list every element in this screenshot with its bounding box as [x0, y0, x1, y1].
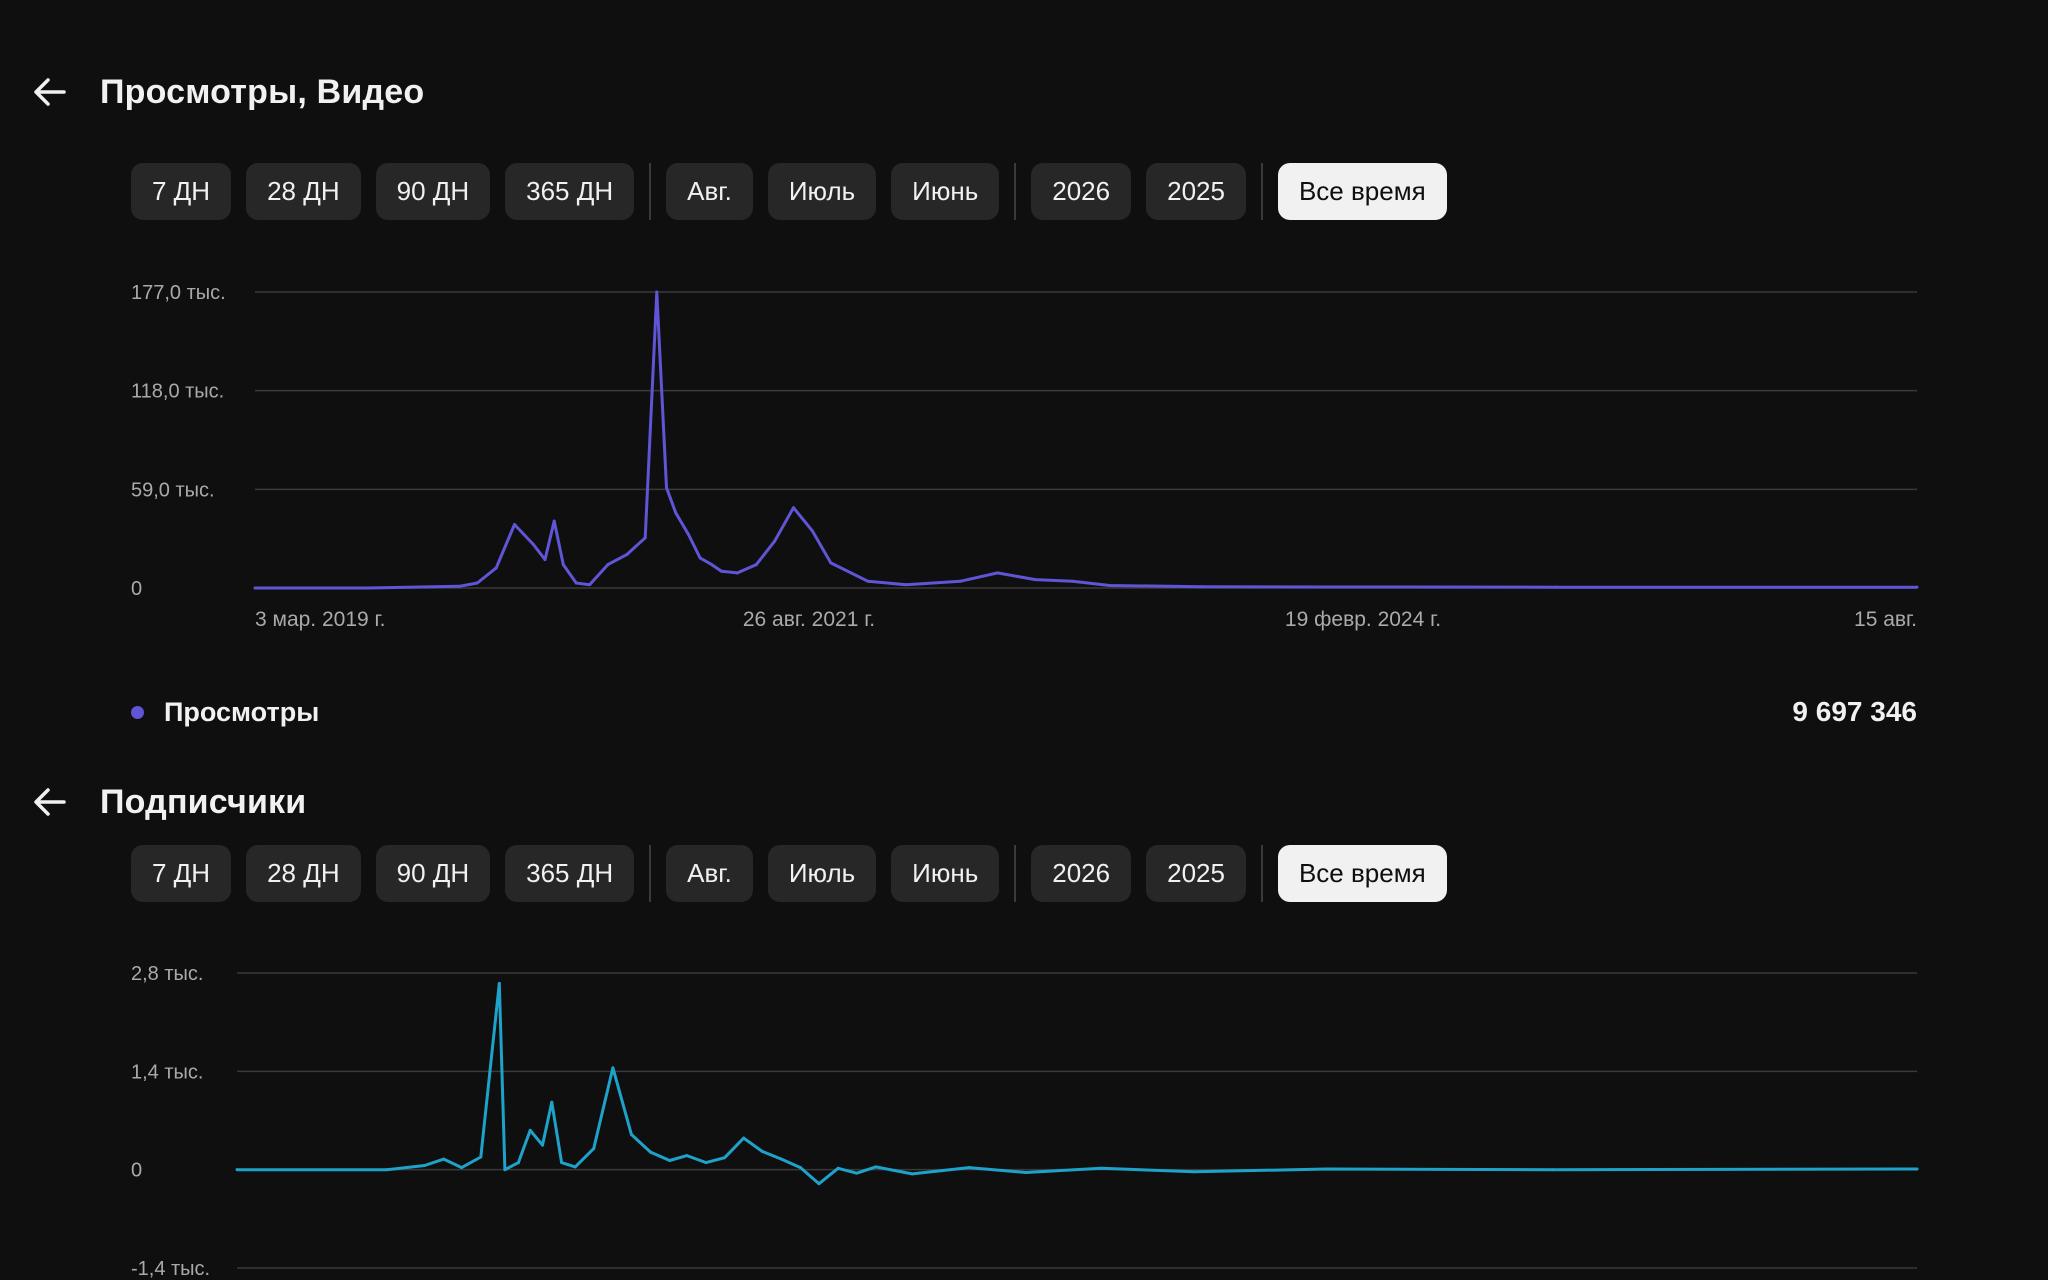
subscribers-chart: 2,8 тыс. 1,4 тыс. 0 -1,4 тыс.: [131, 963, 1919, 1280]
data-point: [685, 1154, 689, 1158]
data-point: [629, 1133, 633, 1137]
subscribers-section: Подписчики 7 ДН 28 ДН 90 ДН 365 ДН Авг. Июль И…: [0, 756, 2048, 1280]
data-point: [1099, 1166, 1103, 1170]
data-point: [810, 529, 814, 533]
data-point: [674, 511, 678, 515]
data-point: [364, 586, 368, 590]
data-point: [817, 1182, 821, 1186]
x-tick-label: 3 мар. 2019 г.: [255, 608, 385, 631]
data-point: [967, 1166, 971, 1170]
data-point: [458, 584, 462, 588]
series-line: [237, 982, 1918, 1186]
data-point: [606, 563, 610, 567]
data-point: [665, 486, 669, 490]
x-tick-label: 15 авг.: [1854, 608, 1917, 631]
y-tick-label: 177,0 тыс.: [131, 282, 226, 304]
data-point: [910, 1172, 914, 1176]
data-point: [704, 1161, 708, 1165]
data-point: [710, 563, 714, 567]
data-point: [1200, 585, 1204, 589]
x-tick-label: 19 февр. 2024 г.: [1285, 608, 1441, 631]
data-point: [1192, 1170, 1196, 1174]
data-point: [503, 1168, 507, 1172]
y-tick-label: -1,4 тыс.: [131, 1258, 210, 1280]
data-point: [475, 581, 479, 585]
data-point: [668, 1159, 672, 1163]
data-point: [649, 1150, 653, 1154]
data-point: [512, 522, 516, 526]
data-point: [773, 539, 777, 543]
legend-dot-icon: [131, 705, 144, 719]
data-point: [442, 1157, 446, 1161]
data-point: [760, 1149, 764, 1153]
data-point: [1108, 583, 1112, 587]
data-point: [1915, 1167, 1919, 1171]
data-point: [792, 506, 796, 510]
data-point: [385, 1168, 389, 1172]
y-tick-label: 1,4 тыс.: [131, 1061, 203, 1083]
data-point: [723, 1156, 727, 1160]
data-point: [1033, 578, 1037, 582]
data-point: [253, 586, 257, 590]
data-point: [560, 1161, 564, 1165]
views-total: 9 697 346: [1792, 696, 1917, 727]
legend-label: Просмотры: [164, 696, 320, 727]
views-legend[interactable]: Просмотры: [131, 696, 319, 728]
y-tick-label: 0: [131, 1160, 142, 1182]
x-tick-label: 26 авг. 2021 г.: [743, 608, 875, 631]
data-point: [798, 1166, 802, 1170]
y-tick-label: 59,0 тыс.: [131, 479, 215, 501]
data-point: [494, 566, 498, 570]
data-point: [531, 543, 535, 547]
data-point: [592, 1147, 596, 1151]
data-point: [855, 1171, 859, 1175]
data-point: [643, 536, 647, 540]
data-point: [995, 571, 999, 575]
data-point: [1554, 585, 1558, 589]
data-point: [1071, 579, 1075, 583]
views-chart: 177,0 тыс. 118,0 тыс. 59,0 тыс. 0 3 мар. 201…: [131, 282, 1919, 631]
data-point: [687, 532, 691, 536]
y-tick-label: 2,8 тыс.: [131, 963, 203, 985]
data-point: [479, 1155, 483, 1159]
data-point: [561, 563, 565, 567]
data-point: [1324, 1167, 1328, 1171]
data-point: [866, 579, 870, 583]
data-point: [836, 1166, 840, 1170]
data-point: [550, 1100, 554, 1104]
data-point: [829, 561, 833, 565]
data-point: [497, 982, 501, 986]
data-point: [719, 569, 723, 573]
data-point: [1915, 585, 1919, 589]
data-point: [574, 581, 578, 585]
series-line: [255, 290, 1917, 590]
data-point: [742, 1136, 746, 1140]
data-point: [874, 1165, 878, 1169]
data-point: [541, 1143, 545, 1147]
views-section: Просмотры, Видео 7 ДН 28 ДН 90 ДН 365 ДН Авг…: [0, 0, 2048, 756]
data-point: [611, 1066, 615, 1070]
y-tick-label: 118,0 тыс.: [131, 381, 224, 403]
data-point: [1550, 1168, 1554, 1172]
data-point: [779, 1157, 783, 1161]
data-point: [528, 1128, 532, 1132]
data-point: [904, 583, 908, 587]
y-tick-label: 0: [131, 578, 142, 600]
data-point: [460, 1166, 464, 1170]
data-point: [552, 519, 556, 523]
data-point: [754, 563, 758, 567]
data-point: [655, 290, 659, 294]
data-point: [588, 583, 592, 587]
data-point: [735, 571, 739, 575]
data-point: [235, 1168, 239, 1172]
data-point: [1331, 585, 1335, 589]
data-point: [958, 579, 962, 583]
data-point: [543, 558, 547, 562]
data-point: [423, 1163, 427, 1167]
data-point: [1024, 1170, 1028, 1174]
data-point: [516, 1161, 520, 1165]
data-point: [698, 556, 702, 560]
data-point: [625, 553, 629, 557]
data-point: [573, 1165, 577, 1169]
